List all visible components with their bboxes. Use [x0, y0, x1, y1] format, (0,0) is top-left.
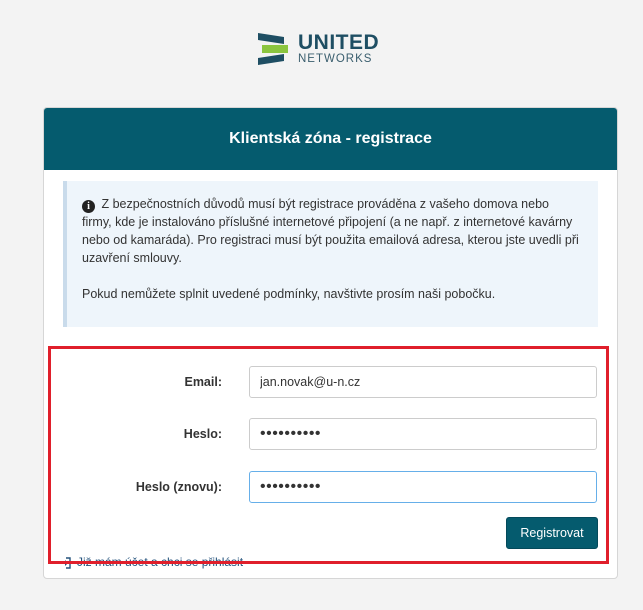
email-label: Email: — [184, 375, 222, 389]
logo-subtitle: NETWORKS — [298, 53, 373, 66]
logo-title: UNITED — [298, 31, 380, 55]
page-title: Klientská zóna - registrace — [44, 108, 617, 170]
sign-in-icon — [60, 557, 71, 569]
email-row: Email: — [61, 366, 615, 398]
password-label: Heslo: — [183, 427, 222, 441]
password-again-field[interactable] — [249, 471, 597, 503]
info-paragraph-2: Pokud nemůžete splnit uvedené podmínky, … — [82, 287, 496, 301]
info-alert: i Z bezpečnostních důvodů musí být regis… — [63, 181, 598, 327]
info-paragraph-1: i Z bezpečnostních důvodů musí být regis… — [82, 195, 582, 267]
united-networks-logo-icon — [258, 33, 288, 65]
login-link[interactable]: Již mám účet a chci se přihlásit — [59, 555, 279, 569]
password-again-label: Heslo (znovu): — [135, 480, 222, 494]
logo: UNITED NETWORKS — [258, 25, 408, 73]
login-link-label: Již mám účet a chci se přihlásit — [77, 555, 244, 569]
password-row: Heslo: — [61, 418, 615, 450]
password-again-row: Heslo (znovu): — [61, 471, 615, 503]
info-circle-icon: i — [82, 200, 95, 213]
registration-card: Klientská zóna - registrace i Z bezpečno… — [43, 107, 618, 579]
register-button[interactable]: Registrovat — [506, 517, 598, 549]
password-field[interactable] — [249, 418, 597, 450]
email-field[interactable] — [249, 366, 597, 398]
info-text-1: Z bezpečnostních důvodů musí být registr… — [82, 197, 579, 265]
